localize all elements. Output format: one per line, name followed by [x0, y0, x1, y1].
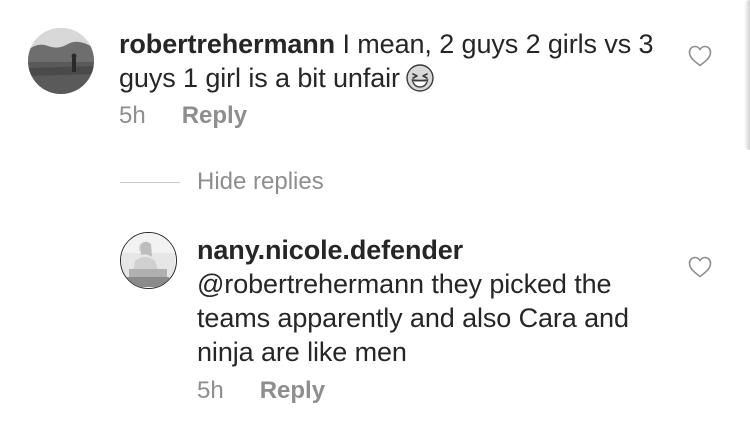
reply-reply-button[interactable]: Reply: [260, 377, 325, 405]
reply-username[interactable]: nany.nicole.defender: [197, 233, 667, 267]
hide-replies-toggle[interactable]: Hide replies: [120, 168, 324, 196]
reply-body: nany.nicole.defender @robertrehermann th…: [197, 233, 667, 369]
reply-text: @robertrehermann they picked the teams a…: [197, 269, 629, 367]
avatar-person-image: [121, 233, 175, 287]
reply-avatar[interactable]: [120, 232, 177, 289]
hide-replies-label: Hide replies: [197, 168, 324, 195]
reply-button[interactable]: Reply: [182, 102, 247, 130]
avatar[interactable]: [28, 28, 94, 94]
comment-meta: 5h Reply: [119, 102, 247, 130]
like-heart-icon[interactable]: [688, 45, 712, 67]
avatar-landscape-image: [28, 28, 94, 94]
reply-meta: 5h Reply: [197, 377, 325, 405]
comments-thread: robertrehermann I mean, 2 guys 2 girls v…: [0, 0, 750, 421]
reply-like-heart-icon[interactable]: [688, 256, 712, 278]
comment-timestamp: 5h: [119, 102, 146, 129]
divider-line: [120, 181, 180, 183]
comment-username[interactable]: robertrehermann: [119, 29, 335, 59]
grinning-squinting-face-icon: [406, 64, 434, 100]
comment-body: robertrehermann I mean, 2 guys 2 girls v…: [119, 27, 679, 100]
scroll-edge-shadow: [744, 0, 750, 150]
reply-timestamp: 5h: [197, 377, 224, 404]
